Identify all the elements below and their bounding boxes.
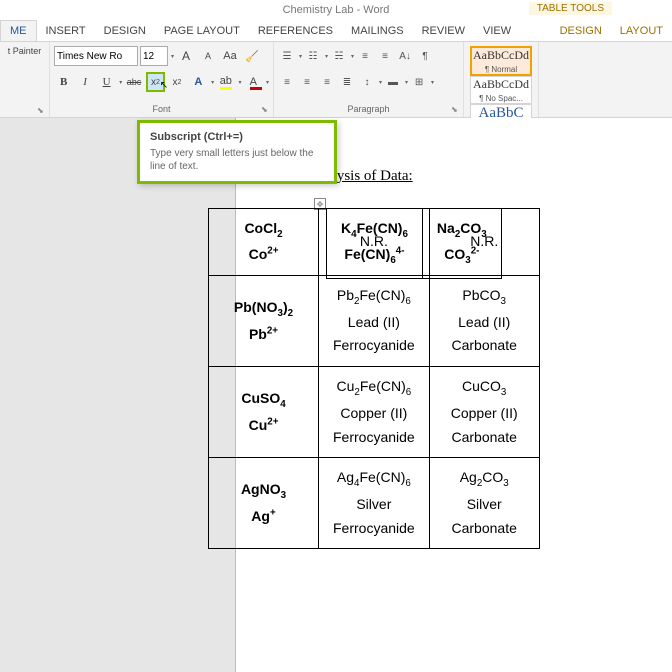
section-heading: alysis of Data:: [326, 168, 413, 185]
title-bar: Chemistry Lab - Word TABLE TOOLS: [0, 0, 672, 20]
style-sample: AaBbCcDd: [473, 48, 529, 63]
font-group: ▾ A A Aa 🧹 B I U ▾ abc x2↖ x2 A ▾ ab ▾ A…: [50, 42, 274, 117]
borders-button[interactable]: ⊞: [410, 73, 428, 91]
style-name: ¶ No Spac...: [479, 94, 523, 103]
style-no-spacing[interactable]: AaBbCcDd ¶ No Spac...: [470, 76, 532, 104]
text-effects-button[interactable]: A: [189, 72, 208, 92]
strikethrough-button[interactable]: abc: [124, 72, 143, 92]
bullets-button[interactable]: ☰: [278, 47, 296, 65]
grow-font-button[interactable]: A: [176, 46, 196, 66]
ml-dropdown-icon[interactable]: ▾: [351, 53, 354, 60]
tab-home[interactable]: ME: [0, 20, 37, 41]
increase-indent-button[interactable]: ≡: [376, 47, 394, 65]
style-normal[interactable]: AaBbCcDd ¶ Normal: [470, 46, 532, 76]
underline-dropdown-icon[interactable]: ▾: [119, 79, 122, 86]
document-page[interactable]: alysis of Data: ✥ K4Fe(CN)6Fe(CN)64- Na2…: [236, 118, 672, 672]
document-area: alysis of Data: ✥ K4Fe(CN)6Fe(CN)64- Na2…: [0, 118, 672, 672]
font-color-button[interactable]: A: [244, 72, 263, 92]
align-right-button[interactable]: ≡: [318, 73, 336, 91]
format-painter-button[interactable]: t Painter: [4, 44, 45, 58]
subscript-tooltip: Subscript (Ctrl+=) Type very small lette…: [137, 120, 337, 184]
highlight-dropdown-icon[interactable]: ▾: [239, 79, 242, 86]
tab-design[interactable]: DESIGN: [95, 21, 155, 41]
italic-button[interactable]: I: [75, 72, 94, 92]
font-name-select[interactable]: [54, 46, 138, 66]
tab-view[interactable]: VIEW: [474, 21, 520, 41]
effects-dropdown-icon[interactable]: ▾: [211, 79, 214, 86]
clear-formatting-button[interactable]: 🧹: [242, 46, 262, 66]
font-group-label: Font: [54, 103, 269, 115]
align-left-button[interactable]: ≡: [278, 73, 296, 91]
style-sample: AaBbCcDd: [473, 77, 529, 92]
data-table-body[interactable]: CoCl2Co2+ N.R. N.R. Pb(NO3)2Pb2+ Pb2Fe(C…: [208, 208, 540, 549]
borders-dropdown-icon[interactable]: ▾: [431, 79, 434, 86]
bold-button[interactable]: B: [54, 72, 73, 92]
paragraph-group: ☰▾ ☷▾ ☵▾ ≡ ≡ A↓ ¶ ≡ ≡ ≡ ≣ ↕▾ ▬▾ ⊞▾ Parag…: [274, 42, 464, 117]
tab-insert[interactable]: INSERT: [37, 21, 95, 41]
tab-references[interactable]: REFERENCES: [249, 21, 342, 41]
line-spacing-button[interactable]: ↕: [358, 73, 376, 91]
table-row: CoCl2Co2+ N.R. N.R.: [209, 209, 540, 276]
size-dropdown-icon[interactable]: ▾: [171, 53, 174, 60]
decrease-indent-button[interactable]: ≡: [356, 47, 374, 65]
highlight-button[interactable]: ab: [216, 72, 235, 92]
change-case-button[interactable]: Aa: [220, 46, 240, 66]
multilevel-button[interactable]: ☵: [330, 47, 348, 65]
numbering-dropdown-icon[interactable]: ▾: [325, 53, 328, 60]
page-margin-left: [0, 118, 236, 672]
tab-page-layout[interactable]: PAGE LAYOUT: [155, 21, 249, 41]
clipboard-dialog-launcher[interactable]: ⬊: [37, 106, 47, 116]
ribbon-content: t Painter ⬊ ▾ A A Aa 🧹 B I U ▾ abc x2↖ x…: [0, 42, 672, 118]
show-marks-button[interactable]: ¶: [416, 47, 434, 65]
font-dialog-launcher[interactable]: ⬊: [261, 105, 271, 115]
font-size-select[interactable]: [140, 46, 168, 66]
numbering-button[interactable]: ☷: [304, 47, 322, 65]
paragraph-dialog-launcher[interactable]: ⬊: [451, 105, 461, 115]
clipboard-group: t Painter ⬊: [0, 42, 50, 117]
ribbon-tabs: ME INSERT DESIGN PAGE LAYOUT REFERENCES …: [0, 20, 672, 42]
tooltip-description: Type very small letters just below the l…: [150, 147, 324, 173]
font-color-dropdown-icon[interactable]: ▾: [266, 79, 269, 86]
table-tools-label: TABLE TOOLS: [529, 2, 612, 15]
justify-button[interactable]: ≣: [338, 73, 356, 91]
shrink-font-button[interactable]: A: [198, 46, 218, 66]
style-name: ¶ Normal: [485, 65, 517, 74]
shading-button[interactable]: ▬: [384, 73, 402, 91]
shading-dropdown-icon[interactable]: ▾: [405, 79, 408, 86]
ls-dropdown-icon[interactable]: ▾: [379, 79, 382, 86]
sort-button[interactable]: A↓: [396, 47, 414, 65]
styles-group: AaBbCcDd ¶ Normal AaBbCcDd ¶ No Spac... …: [464, 42, 539, 117]
tab-table-layout[interactable]: LAYOUT: [611, 21, 672, 41]
table-row: Pb(NO3)2Pb2+ Pb2Fe(CN)6Lead (II)Ferrocya…: [209, 276, 540, 367]
subscript-button[interactable]: x2↖: [146, 72, 166, 92]
superscript-button[interactable]: x2: [167, 72, 186, 92]
paragraph-group-label: Paragraph: [278, 103, 459, 115]
tab-table-design[interactable]: DESIGN: [551, 21, 611, 41]
bullets-dropdown-icon[interactable]: ▾: [299, 53, 302, 60]
window-title: Chemistry Lab - Word: [283, 4, 390, 16]
table-row: CuSO4Cu2+ Cu2Fe(CN)6Copper (II)Ferrocyan…: [209, 367, 540, 458]
tab-review[interactable]: REVIEW: [413, 21, 474, 41]
tab-mailings[interactable]: MAILINGS: [342, 21, 413, 41]
underline-button[interactable]: U: [97, 72, 116, 92]
align-center-button[interactable]: ≡: [298, 73, 316, 91]
table-row: AgNO3Ag+ Ag4Fe(CN)6SilverFerrocyanide Ag…: [209, 458, 540, 549]
tooltip-title: Subscript (Ctrl+=): [150, 131, 324, 143]
